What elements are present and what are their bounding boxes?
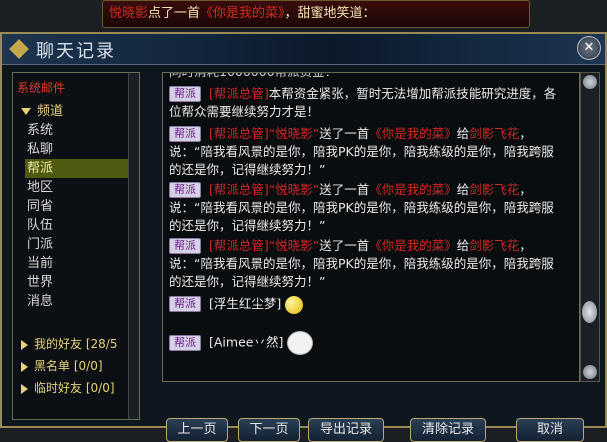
channel-item-world[interactable]: 世界 [25,273,135,292]
ticker-actor: 悦晓影 [109,6,149,21]
channel-badge: 帮派 [169,296,201,312]
friends-label: 我的好友 [34,337,83,351]
message-speaker[interactable]: [帮派总管] [209,126,269,141]
blacklist-group[interactable]: 黑名单 [0/0] [21,357,103,374]
next-page-button[interactable]: 下一页 [238,418,300,442]
message-target[interactable]: 剑影飞花 [469,126,519,141]
channel-item-sect[interactable]: 门派 [25,235,135,254]
scroll-down-icon[interactable] [583,365,597,379]
channel-group-label: 频道 [37,104,64,119]
channel-badge: 帮派 [169,238,201,254]
message-to: 给 [456,238,470,253]
channel-badge: 帮派 [169,86,201,102]
channel-item-message[interactable]: 消息 [25,292,135,311]
prev-page-button[interactable]: 上一页 [166,418,228,442]
chat-message: 帮派 [Aimee丷然] [169,331,565,355]
channel-sidebar: 系统邮件 频道 系统 私聊 帮派 地区 同省 队伍 门派 当前 世界 消息 我的… [12,72,140,420]
system-mail-item[interactable]: 系统邮件 [17,79,65,96]
title-gem-icon [9,39,29,59]
message-actor[interactable]: “悦晓影” [269,126,319,141]
temp-friends-count: [0/0] [85,381,115,395]
channel-item-region[interactable]: 地区 [25,178,135,197]
expand-arrow-icon [21,108,31,115]
channel-badge: 帮派 [169,126,201,142]
channel-badge: 帮派 [169,334,201,351]
message-to: 给 [456,126,470,141]
sidebar-scrollbar[interactable] [128,73,139,419]
message-speaker[interactable]: [帮派总管] [209,238,269,253]
channel-item-private[interactable]: 私聊 [25,140,135,159]
window-title: 聊天记录 [36,41,116,62]
ticker-song: 《你是我的菜》 [200,6,285,21]
message-actor[interactable]: “悦晓影” [269,182,319,197]
message-song: 《你是我的菜》 [369,238,457,253]
chat-message: 帮派 [帮派总管]“悦晓影”送了一首《你是我的菜》给剑影飞花，说：“陪我看风景的是… [169,125,565,179]
message-verb: 送了一首 [319,238,370,253]
smiley-emoji-icon [285,295,304,314]
chat-message: 帮派 [帮派总管]本帮资金紧张，暂时无法增加帮派技能研究进度，各位帮众需要继续努力… [169,85,565,121]
export-log-button[interactable]: 导出记录 [308,418,384,442]
message-target[interactable]: 剑影飞花 [469,182,519,197]
message-speaker[interactable]: [Aimee丷然] [209,335,283,350]
message-target[interactable]: 剑影飞花 [469,238,519,253]
channel-item-guild[interactable]: 帮派 [25,159,135,178]
friends-group[interactable]: 我的好友 [28/5 [21,335,117,352]
scroll-up-icon[interactable] [583,75,597,89]
collapse-arrow-icon [21,383,28,394]
channel-item-system[interactable]: 系统 [25,121,135,140]
blacklist-count: [0/0] [73,359,103,373]
title-bar: 聊天记录 ✕ [2,34,605,65]
blacklist-label: 黑名单 [34,359,71,373]
chat-message: 帮派 [帮派总管]“悦晓影”送了一首《你是我的菜》给剑影飞花，说：“陪我看风景的是… [169,181,565,235]
chat-message: 帮派 [浮生红尘梦] [169,295,565,314]
channel-item-province[interactable]: 同省 [25,197,135,216]
close-button[interactable]: ✕ [577,36,601,60]
message-song: 《你是我的菜》 [369,182,457,197]
channel-group-header[interactable]: 频道 [21,100,63,119]
ticker-action: 点了一首 [148,6,201,21]
message-speaker[interactable]: [帮派总管] [209,86,269,101]
announcement-ticker: 悦晓影点了一首《你是我的菜》，甜蜜地笑道： [102,0,530,28]
message-to: 给 [456,182,470,197]
collapse-arrow-icon [21,361,28,372]
temp-friends-group[interactable]: 临时好友 [0/0] [21,379,115,396]
chat-line-clipped: 同时消耗1000000帮派资金！ [169,73,565,81]
channel-item-team[interactable]: 队伍 [25,216,135,235]
chat-log-window: 聊天记录 ✕ 系统邮件 频道 系统 私聊 帮派 地区 同省 队伍 门派 当前 世… [0,32,607,442]
chat-scrollbar[interactable] [580,72,600,382]
friends-count: [28/5 [85,337,118,351]
chat-message: 帮派 [帮派总管]“悦晓影”送了一首《你是我的菜》给剑影飞花，说：“陪我看风景的是… [169,237,565,291]
scroll-thumb[interactable] [582,301,597,323]
message-verb: 送了一首 [319,126,370,141]
message-song: 《你是我的菜》 [369,126,457,141]
cute-emoji-icon [287,331,314,355]
message-speaker[interactable]: [帮派总管] [209,182,269,197]
cancel-button[interactable]: 取消 [516,418,584,442]
ticker-tail: ，甜蜜地笑道： [284,6,376,21]
collapse-arrow-icon [21,339,28,350]
message-actor[interactable]: “悦晓影” [269,238,319,253]
chat-log-area: 同时消耗1000000帮派资金！ 帮派[帮派总管]本帮资金紧张，暂时无法增加帮派… [162,72,580,382]
message-verb: 送了一首 [319,182,370,197]
temp-friends-label: 临时好友 [34,381,83,395]
clear-log-button[interactable]: 清除记录 [410,418,486,442]
channel-badge: 帮派 [169,182,201,198]
message-speaker[interactable]: [浮生红尘梦] [209,296,281,311]
channel-item-current[interactable]: 当前 [25,254,135,273]
channel-list: 系统 私聊 帮派 地区 同省 队伍 门派 当前 世界 消息 [25,121,135,311]
